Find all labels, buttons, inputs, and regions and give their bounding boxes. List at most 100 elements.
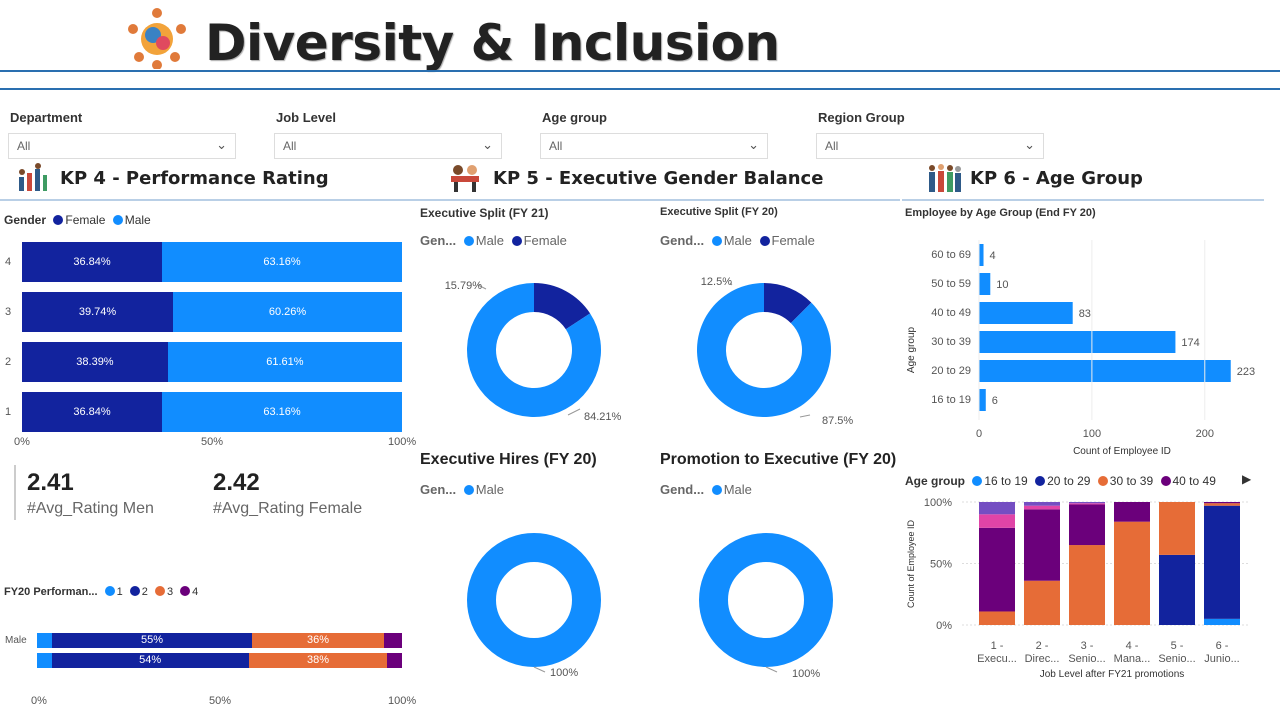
perf-legend-female[interactable]: Female — [65, 213, 105, 227]
fy20-cat-label: Male — [5, 635, 27, 646]
chevron-down-icon: ⌄ — [1024, 137, 1035, 152]
job-legend-16-19[interactable]: 16 to 19 — [984, 474, 1027, 488]
job-segment[interactable] — [1204, 618, 1240, 625]
donut-data-label: 100% — [550, 667, 578, 679]
legend-female[interactable]: Female — [524, 233, 567, 248]
job-segment[interactable] — [1114, 521, 1150, 625]
male-bar[interactable]: 61.61% — [167, 342, 402, 382]
logo-icon — [125, 5, 189, 70]
job-segment[interactable] — [1069, 504, 1105, 546]
fy20-segment[interactable]: 38% — [248, 653, 388, 668]
slicer-label-region-group: Region Group — [818, 110, 905, 125]
female-bar[interactable]: 36.84% — [22, 392, 162, 432]
legend-male[interactable]: Male — [724, 482, 752, 497]
job-segment[interactable] — [1024, 580, 1060, 625]
donut-slice[interactable] — [699, 533, 833, 667]
fy20-axis-0: 0% — [31, 695, 47, 707]
job-segment[interactable] — [979, 527, 1015, 612]
exec-hires-donut: 100% — [467, 533, 601, 679]
legend-female[interactable]: Female — [772, 233, 815, 248]
kpi-avg-rating-men-value: 2.41 — [27, 469, 74, 496]
job-segment[interactable] — [1204, 502, 1240, 504]
job-segment[interactable] — [979, 502, 1015, 515]
legend-male[interactable]: Male — [724, 233, 752, 248]
age-bar[interactable] — [979, 331, 1176, 353]
legend-dot — [104, 586, 115, 596]
job-segment[interactable] — [1114, 502, 1150, 522]
exec-fy20-donut: 12.5% 87.5% — [697, 276, 853, 427]
job-segment[interactable] — [979, 611, 1015, 625]
job-segment[interactable] — [1069, 545, 1105, 625]
age-bar[interactable] — [979, 360, 1231, 382]
female-bar[interactable]: 36.84% — [22, 242, 162, 282]
legend-dot — [711, 485, 722, 495]
legend-next-arrow-icon[interactable]: ▶ — [1242, 472, 1251, 486]
fy20-segment[interactable]: 55% — [51, 633, 253, 648]
fy20-axis-100: 100% — [388, 695, 417, 707]
age-bar[interactable] — [979, 389, 986, 411]
perf-legend-male[interactable]: Male — [125, 213, 151, 227]
page-title: Diversity & Inclusion — [205, 14, 780, 72]
donut-slice[interactable] — [467, 533, 601, 667]
age-bar[interactable] — [979, 244, 984, 266]
job-segment[interactable] — [1204, 503, 1240, 506]
job-level-chart: Count of Employee ID 100% 50% 0% 1 -Execu...… — [906, 497, 1250, 680]
job-legend-30-39[interactable]: 30 to 39 — [1110, 474, 1153, 488]
job-segment[interactable] — [1069, 503, 1105, 505]
fy20-segment[interactable] — [37, 653, 52, 668]
job-cat-label: Execu... — [977, 653, 1017, 665]
job-legend-20-29[interactable]: 20 to 29 — [1047, 474, 1090, 488]
job-segment[interactable] — [1024, 509, 1060, 581]
fy20-segment[interactable]: 36% — [252, 633, 384, 648]
chevron-down-icon: ⌄ — [216, 137, 227, 152]
legend-dot — [711, 236, 722, 246]
age-bar[interactable] — [979, 273, 991, 295]
job-segment[interactable] — [979, 514, 1015, 528]
legend-male[interactable]: Male — [476, 233, 504, 248]
legend-male[interactable]: Male — [476, 482, 504, 497]
region-group-value: All — [825, 139, 839, 153]
department-slicer[interactable]: All ⌄ — [8, 133, 236, 159]
legend-dot — [972, 476, 983, 486]
male-bar[interactable]: 60.26% — [173, 292, 402, 332]
female-bar[interactable]: 39.74% — [22, 292, 173, 332]
male-bar[interactable]: 63.16% — [161, 392, 402, 432]
fy20-segment[interactable] — [37, 633, 52, 648]
job-level-slicer[interactable]: All ⌄ — [274, 133, 502, 159]
slicer-label-age-group: Age group — [542, 110, 607, 125]
age-data-label: 223 — [1237, 366, 1255, 378]
leader-line — [533, 666, 546, 673]
donut-slice[interactable] — [697, 283, 831, 417]
age-bar[interactable] — [979, 302, 1073, 324]
fy20-legend-4[interactable]: 4 — [192, 586, 198, 598]
female-bar[interactable]: 38.39% — [22, 342, 168, 382]
job-segment[interactable] — [1204, 505, 1240, 619]
legend-dot — [463, 485, 474, 495]
fy20-segment[interactable] — [383, 633, 402, 648]
job-segment[interactable] — [1024, 505, 1060, 510]
fy20-legend-3[interactable]: 3 — [167, 586, 173, 598]
fy20-segment[interactable]: 54% — [51, 653, 249, 668]
age-group-slicer[interactable]: All ⌄ — [540, 133, 768, 159]
job-cat-label: Senio... — [1068, 653, 1105, 665]
exec-fy21-title: Executive Split (FY 21) — [420, 206, 549, 220]
job-segment[interactable] — [1069, 502, 1105, 504]
job-segment[interactable] — [1024, 502, 1060, 506]
age-data-label: 4 — [990, 250, 996, 262]
fy20-legend-2[interactable]: 2 — [142, 586, 148, 598]
fy20-segment[interactable] — [387, 653, 402, 668]
donut-data-label: 15.79% — [445, 280, 483, 292]
age-cat-label: 50 to 59 — [931, 278, 971, 290]
age-data-label: 83 — [1079, 308, 1091, 320]
job-cat-label: 1 - — [991, 640, 1004, 652]
region-group-slicer[interactable]: All ⌄ — [816, 133, 1044, 159]
job-segment[interactable] — [1159, 554, 1195, 625]
slicer-label-job-level: Job Level — [276, 110, 336, 125]
donut-data-label: 84.21% — [584, 411, 622, 423]
male-bar[interactable]: 63.16% — [161, 242, 402, 282]
age-group-chart: Age group 60 to 69 4 50 to 59 10 40 to 49 83 30… — [906, 240, 1255, 457]
job-legend-40-49[interactable]: 40 to 49 — [1173, 474, 1216, 488]
header-divider — [0, 70, 1280, 72]
job-segment[interactable] — [1159, 502, 1195, 555]
fy20-legend-1[interactable]: 1 — [117, 586, 123, 598]
